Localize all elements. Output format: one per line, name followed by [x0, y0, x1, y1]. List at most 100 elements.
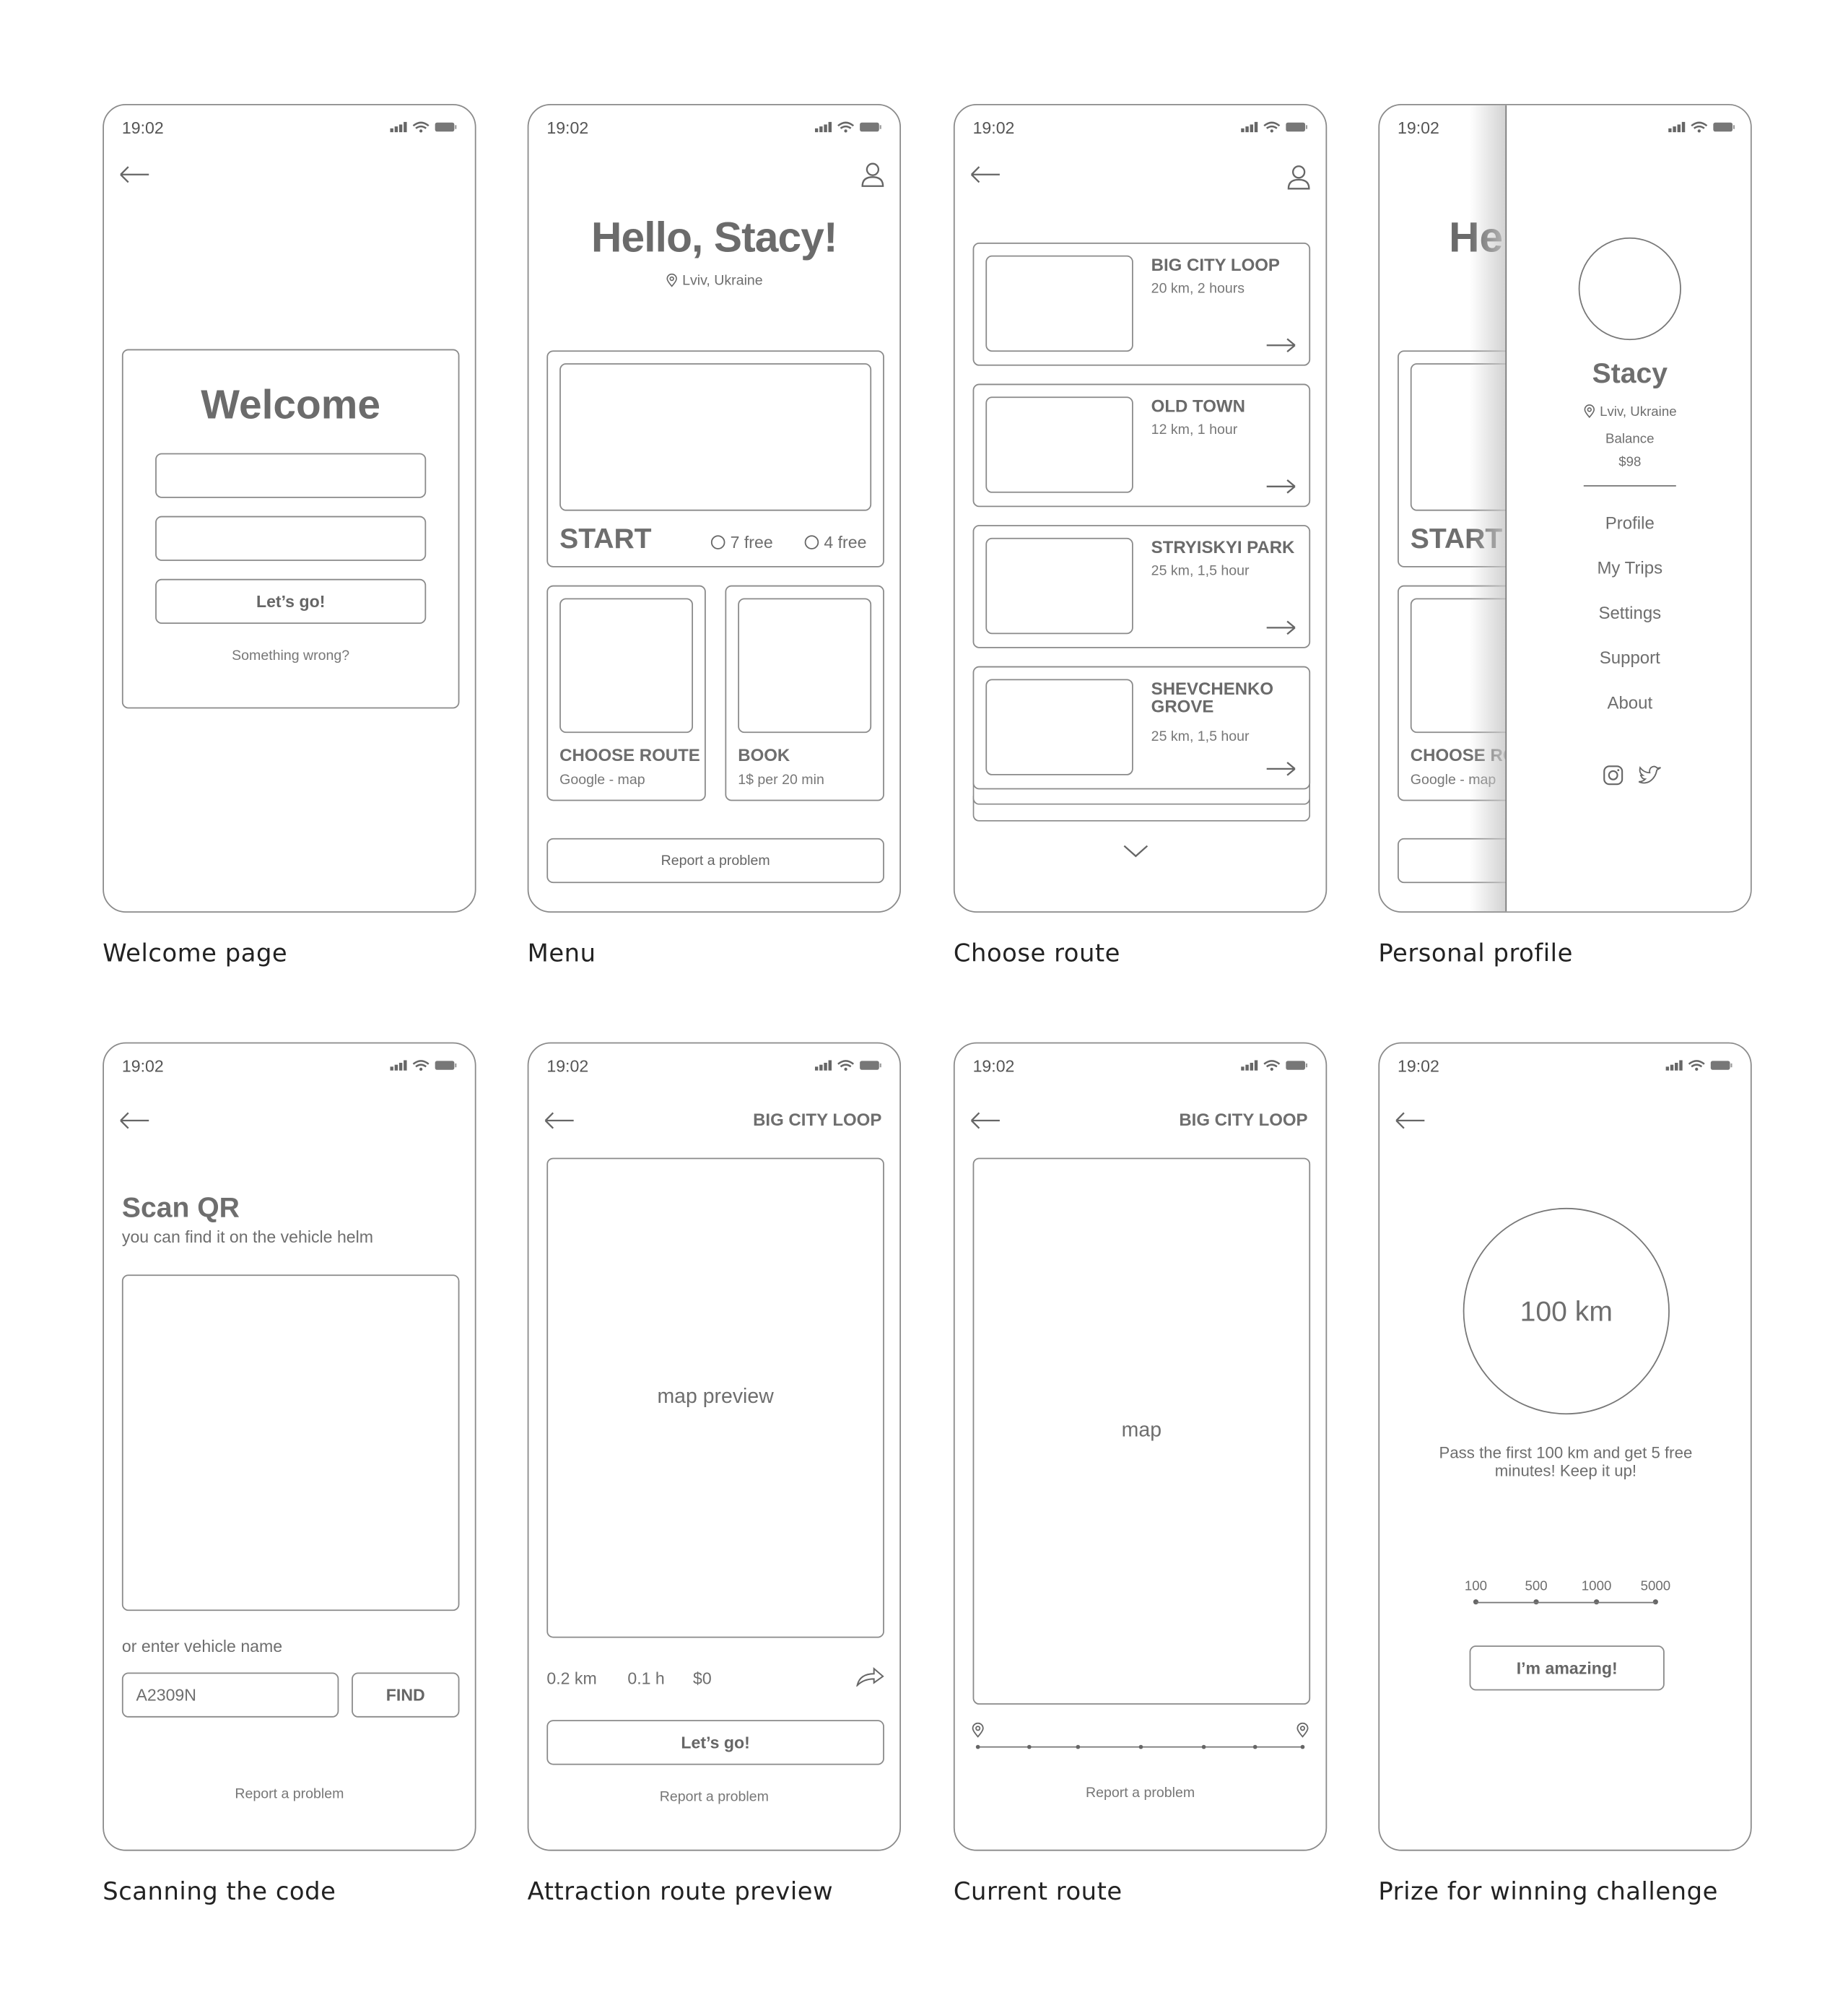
- map-label: map: [1121, 1419, 1162, 1442]
- report-problem-link[interactable]: Report a problem: [104, 1787, 475, 1802]
- drawer-shadow: [1469, 105, 1506, 912]
- caption-choose-route: Choose route: [953, 939, 1121, 968]
- find-button[interactable]: FIND: [352, 1672, 460, 1718]
- map[interactable]: map: [972, 1157, 1311, 1705]
- caption-scan: Scanning the code: [103, 1877, 336, 1907]
- book-card[interactable]: BOOK 1$ per 20 min: [725, 585, 884, 801]
- route-progress-track: [972, 1722, 1309, 1749]
- arrow-right-icon[interactable]: [1265, 620, 1296, 635]
- arrow-right-icon[interactable]: [1265, 338, 1296, 353]
- report-problem-link[interactable]: Report a problem: [528, 1789, 899, 1804]
- route-card[interactable]: STRYISKYI PARK 25 km, 1,5 hour: [972, 525, 1311, 648]
- route-card-meta: 25 km, 1,5 hour: [1151, 563, 1250, 579]
- radio-icon[interactable]: [804, 535, 819, 549]
- balance-value: $98: [1618, 454, 1642, 470]
- phone-profile: 19:02 He START CHOOSE RO Google - map St…: [1378, 104, 1752, 913]
- divider: [1583, 485, 1676, 487]
- caption-current: Current route: [953, 1877, 1123, 1907]
- route-card[interactable]: BIG CITY LOOP 20 km, 2 hours: [972, 243, 1311, 366]
- option-label: 4 free: [824, 532, 867, 552]
- back-arrow-icon[interactable]: [970, 1112, 1001, 1130]
- status-bar-icons: [390, 1059, 456, 1072]
- status-bar-icons: [815, 121, 881, 134]
- phone-prize: 19:02 100 km Pass the first 100 km and g…: [1378, 1042, 1752, 1851]
- start-card[interactable]: START 7 free 4 free: [546, 350, 884, 567]
- profile-menu-item[interactable]: My Trips: [1507, 558, 1751, 578]
- route-card-meta: 25 km, 1,5 hour: [1151, 729, 1250, 745]
- lets-go-button[interactable]: Let’s go!: [546, 1720, 884, 1765]
- status-time: 19:02: [121, 118, 164, 138]
- map-preview[interactable]: map preview: [546, 1157, 884, 1638]
- vehicle-name-label: or enter vehicle name: [121, 1636, 283, 1656]
- status-time: 19:02: [972, 1056, 1015, 1076]
- profile-location: Lviv, Ukraine: [1507, 404, 1751, 419]
- choose-route-title: CHOOSE ROUTE: [559, 745, 700, 765]
- route-distance: 0.2 km: [546, 1669, 597, 1688]
- caption-profile: Personal profile: [1378, 939, 1573, 968]
- route-card-title: SHEVCHENKO GROVE: [1151, 679, 1274, 717]
- route-card-meta: 20 km, 2 hours: [1151, 281, 1245, 297]
- caption-preview: Attraction route preview: [527, 1877, 834, 1907]
- book-image: [738, 598, 872, 734]
- phone-welcome: 19:02 Welcome Let’s go! Something wrong?: [103, 104, 476, 913]
- status-bar-icons: [815, 1059, 881, 1072]
- route-card[interactable]: SHEVCHENKO GROVE 25 km, 1,5 hour: [972, 666, 1311, 790]
- vehicle-name-input[interactable]: A2309N: [121, 1672, 339, 1718]
- profile-menu-item[interactable]: Support: [1507, 648, 1751, 668]
- status-bar-icons: [1666, 1059, 1732, 1072]
- route-card[interactable]: OLD TOWN 12 km, 1 hour: [972, 383, 1311, 508]
- back-arrow-icon[interactable]: [119, 1112, 150, 1130]
- status-bar-icons: [390, 121, 456, 134]
- status-bar-icons: [1241, 1059, 1307, 1072]
- back-arrow-icon[interactable]: [1395, 1112, 1426, 1130]
- password-input[interactable]: [155, 516, 427, 561]
- back-arrow-icon[interactable]: [119, 165, 150, 183]
- start-label: START: [559, 522, 652, 555]
- location: Lviv, Ukraine: [528, 274, 899, 289]
- start-option-1[interactable]: 7 free: [710, 533, 773, 552]
- start-pin-icon: [972, 1722, 984, 1738]
- back-arrow-icon[interactable]: [544, 1112, 575, 1130]
- map-preview-label: map preview: [657, 1386, 774, 1409]
- route-image: [985, 396, 1133, 493]
- user-icon[interactable]: [1287, 165, 1310, 191]
- profile-menu-item[interactable]: About: [1507, 693, 1751, 713]
- caption-menu: Menu: [527, 939, 596, 968]
- chevron-down-icon[interactable]: [1123, 845, 1149, 859]
- report-problem-button[interactable]: Report a problem: [546, 838, 884, 884]
- achievement-badge: 100 km: [1463, 1207, 1670, 1415]
- choose-route-subtitle: Google - map: [559, 773, 645, 788]
- choose-route-card[interactable]: CHOOSE ROUTE Google - map: [546, 585, 706, 801]
- user-icon[interactable]: [861, 162, 884, 188]
- back-arrow-icon[interactable]: [970, 165, 1001, 183]
- milestone-label: 500: [1525, 1578, 1548, 1595]
- qr-scanner-area[interactable]: [121, 1274, 460, 1612]
- route-card-title: STRYISKYI PARK: [1151, 537, 1295, 557]
- im-amazing-button[interactable]: I’m amazing!: [1469, 1645, 1665, 1691]
- arrow-right-icon[interactable]: [1265, 479, 1296, 494]
- caption-welcome: Welcome page: [103, 939, 288, 968]
- profile-drawer: Stacy Lviv, Ukraine Balance $98 Profile M…: [1505, 105, 1751, 912]
- radio-icon[interactable]: [710, 535, 725, 549]
- instagram-icon[interactable]: [1603, 765, 1623, 786]
- route-image: [985, 255, 1133, 352]
- start-image: [559, 363, 872, 511]
- something-wrong-link[interactable]: Something wrong?: [123, 648, 458, 664]
- profile-menu-item[interactable]: Settings: [1507, 604, 1751, 623]
- lets-go-button[interactable]: Let’s go!: [155, 578, 427, 625]
- report-problem-link[interactable]: Report a problem: [955, 1786, 1326, 1801]
- profile-menu-item[interactable]: Profile: [1507, 513, 1751, 533]
- phone-choose-route: 19:02 BIG CITY LOOP 20 km, 2 hours OLD T…: [953, 104, 1328, 913]
- scan-title: Scan QR: [121, 1191, 240, 1224]
- twitter-icon[interactable]: [1637, 765, 1663, 786]
- phone-route-preview: 19:02 BIG CITY LOOP map preview 0.2 km 0…: [527, 1042, 902, 1851]
- start-option-2[interactable]: 4 free: [804, 532, 867, 552]
- avatar[interactable]: [1578, 237, 1681, 341]
- balance-label: Balance: [1605, 431, 1655, 447]
- status-bar-icons: [1241, 121, 1307, 134]
- route-card-title: OLD TOWN: [1151, 396, 1245, 417]
- route-image: [985, 679, 1133, 775]
- arrow-right-icon[interactable]: [1265, 761, 1296, 776]
- share-icon[interactable]: [856, 1666, 884, 1687]
- username-input[interactable]: [155, 453, 427, 498]
